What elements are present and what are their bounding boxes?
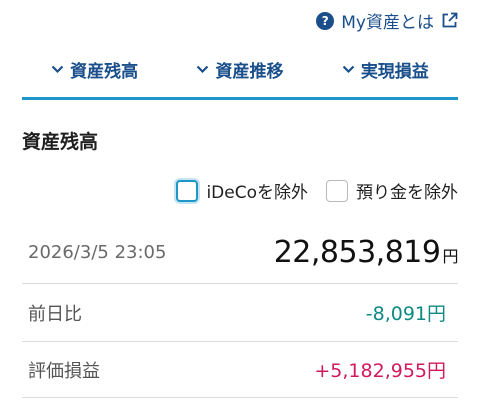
- unrealized-gain-label: 評価損益: [28, 360, 100, 382]
- tab-asset-balance[interactable]: 資産残高: [22, 50, 167, 97]
- unrealized-gain-row: 評価損益 +5,182,955円: [22, 342, 458, 398]
- exclude-deposit-label: 預り金を除外: [356, 183, 458, 203]
- tab-label: 資産残高: [70, 62, 139, 82]
- day-change-row: 前日比 -8,091円: [22, 284, 458, 342]
- total-balance-value: 22,853,819: [273, 235, 441, 270]
- section-title: 資産残高: [22, 131, 99, 153]
- my-assets-help-link[interactable]: ? My資産とは: [316, 8, 458, 33]
- chevron-down-icon: [51, 65, 64, 74]
- exclude-ideco-checkbox[interactable]: [176, 179, 199, 202]
- balance-row: 2026/3/5 23:05 22,853,819 円: [22, 222, 458, 284]
- exclude-ideco-label: iDeCoを除外: [206, 183, 308, 203]
- balance-timestamp: 2026/3/5 23:05: [28, 242, 167, 263]
- unrealized-gain-value: +5,182,955円: [314, 360, 446, 382]
- asset-tabs: 資産残高 資産推移 実現損益: [22, 50, 458, 100]
- exclude-deposit-checkbox[interactable]: [326, 179, 348, 202]
- day-change-value: -8,091円: [365, 303, 446, 325]
- tab-asset-trend[interactable]: 資産推移: [167, 50, 312, 97]
- help-link-label: My資産とは: [341, 13, 434, 33]
- chevron-down-icon: [342, 65, 355, 74]
- exclude-ideco-option[interactable]: iDeCoを除外: [176, 178, 308, 203]
- currency-unit: 円: [442, 247, 458, 266]
- question-icon: ?: [316, 11, 335, 30]
- external-link-icon: [441, 12, 458, 29]
- tab-label: 実現損益: [360, 62, 429, 82]
- exclude-deposit-option[interactable]: 預り金を除外: [326, 178, 458, 203]
- tab-label: 資産推移: [215, 62, 284, 82]
- day-change-label: 前日比: [28, 303, 82, 325]
- filter-options: iDeCoを除外 預り金を除外: [176, 178, 458, 203]
- chevron-down-icon: [196, 65, 209, 74]
- total-balance: 22,853,819 円: [273, 235, 459, 270]
- tab-realized-gain[interactable]: 実現損益: [313, 50, 458, 97]
